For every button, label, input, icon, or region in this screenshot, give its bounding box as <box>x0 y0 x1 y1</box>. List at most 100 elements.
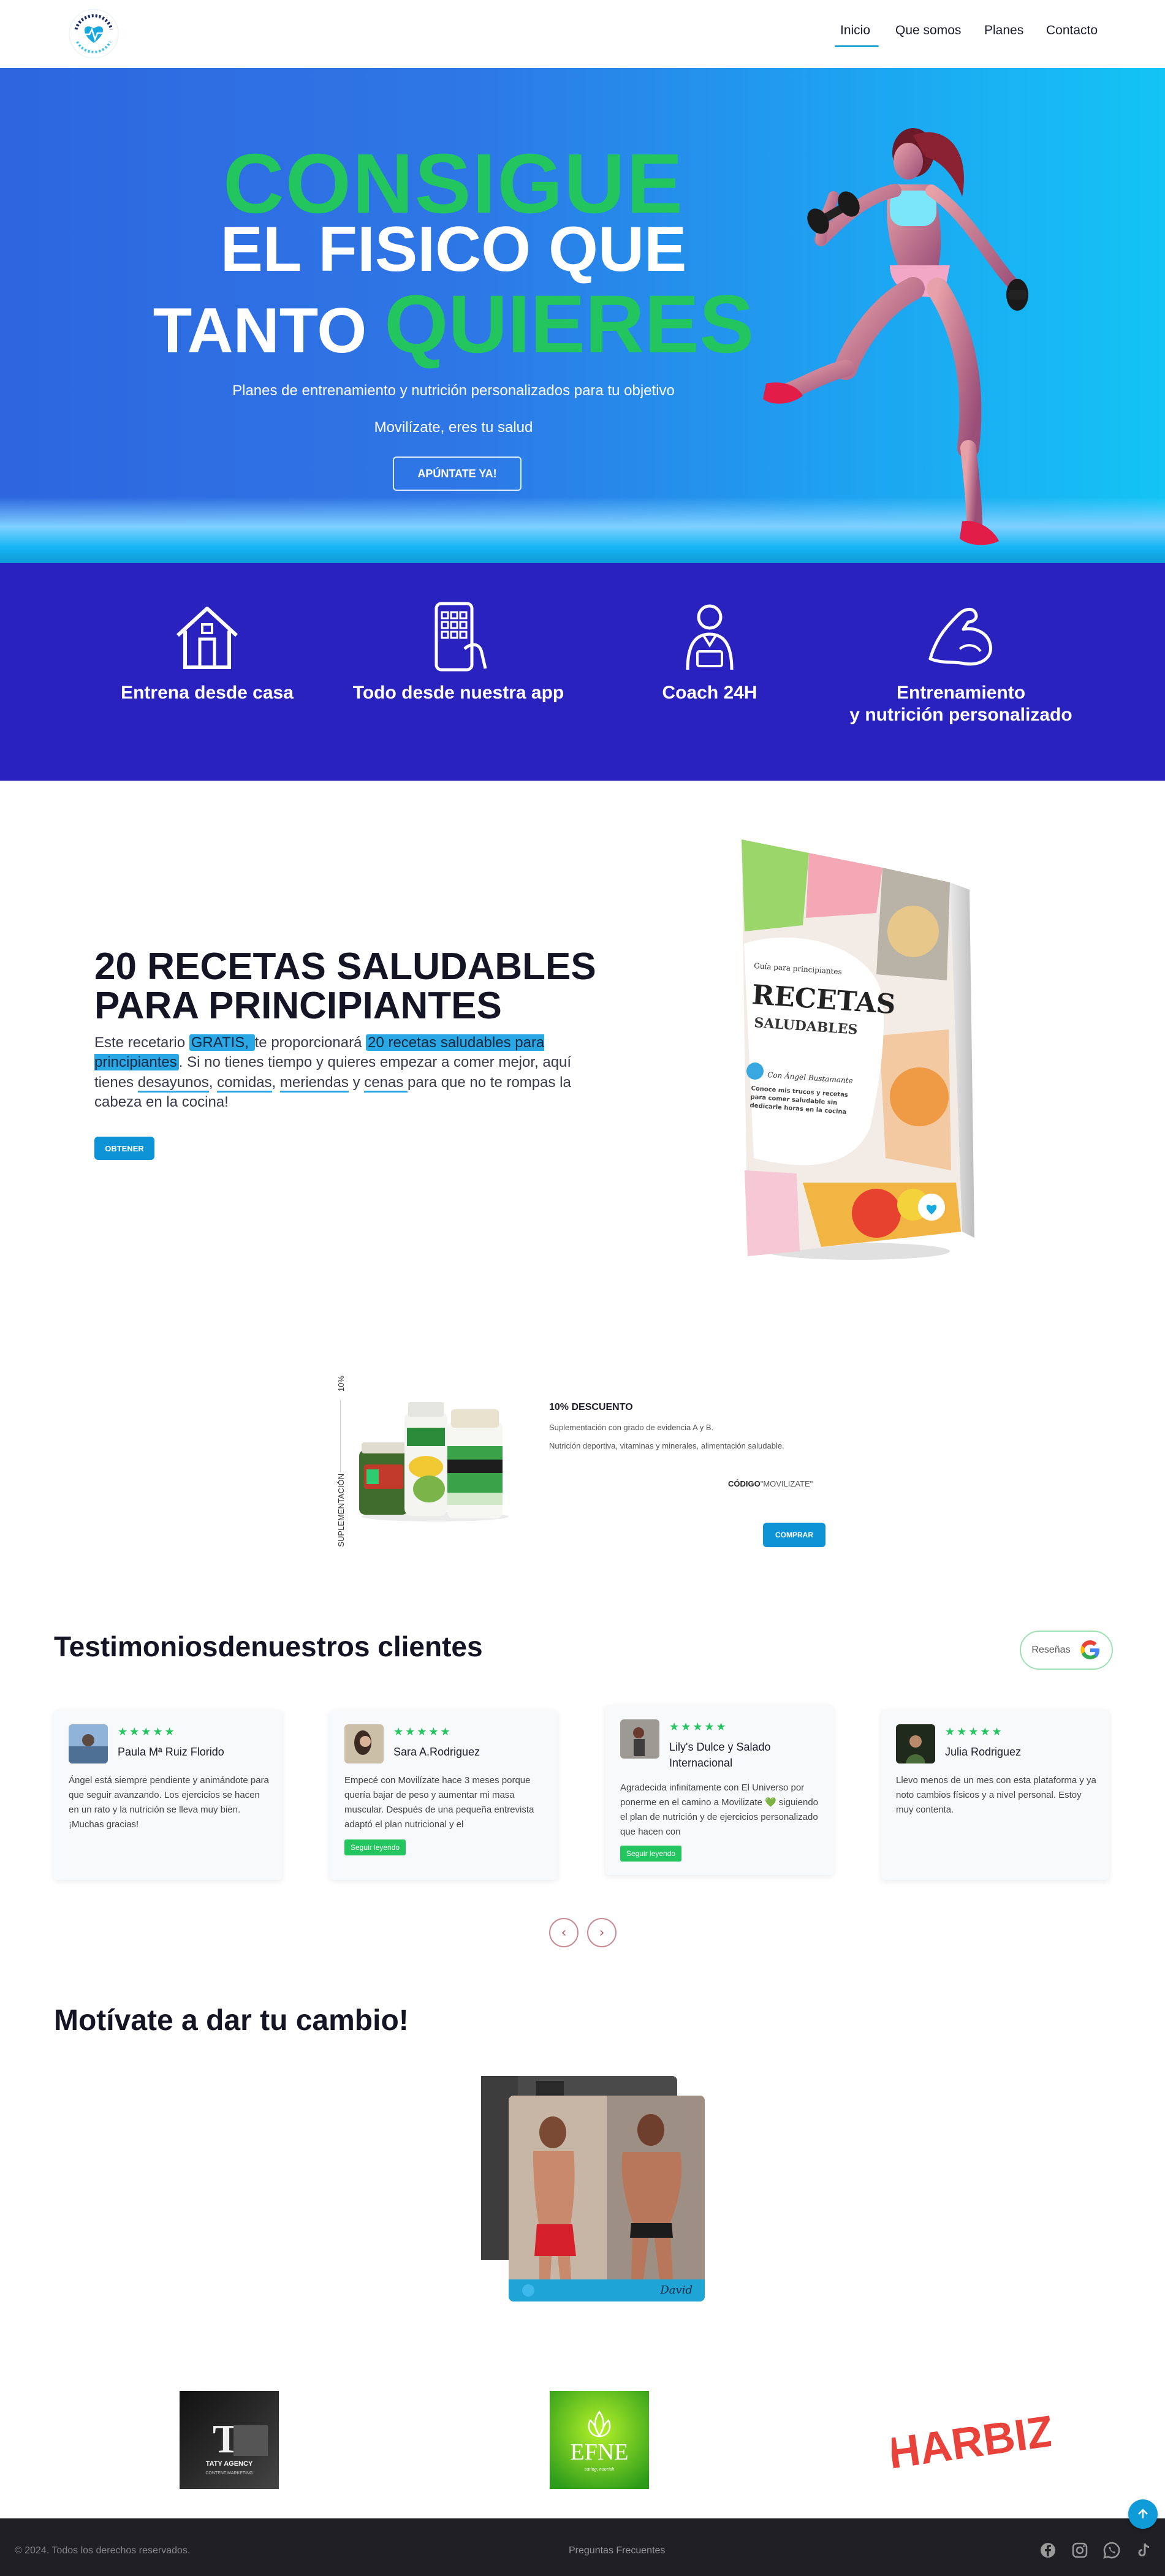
reviewer-name: Paula Mª Ruiz Florido <box>118 1746 224 1758</box>
feature-personalized: Entrenamiento y nutrición personalizado <box>844 600 1077 726</box>
feature-app: Todo desde nuestra app <box>342 600 575 704</box>
movilizate-logo-icon <box>69 9 119 59</box>
feature-app-label: Todo desde nuestra app <box>352 683 564 703</box>
review-text: Empecé con Movilízate hace 3 meses porqu… <box>344 1775 534 1830</box>
rating-stars: ★★★★★ <box>669 1721 728 1733</box>
recipes-snack-word: meriendas <box>279 1074 349 1093</box>
recipes-title: 20 RECETAS SALUDABLES PARA PRINCIPIANTES <box>94 947 621 1026</box>
nav-link-inicio[interactable]: Inicio <box>840 23 870 38</box>
supplement-code: CÓDIGO"MOVILIZATE" <box>728 1479 813 1488</box>
partner-logo-efne[interactable]: EFNE eating, nourish <box>550 2391 649 2489</box>
testimonial-card: ★★★★★ Paula Mª Ruiz Florido Ángel está s… <box>54 1710 282 1880</box>
carousel-next-button[interactable]: › <box>587 1918 617 1947</box>
nav-link-que-somos[interactable]: Que somos <box>895 23 961 38</box>
testimonials-title-part3: nuestros clientes <box>251 1631 483 1662</box>
carousel-prev-button[interactable]: ‹ <box>549 1918 579 1947</box>
google-icon <box>1080 1640 1099 1660</box>
supplement-vertical-labels: 10% SUPLEMENTACIÓN <box>334 1376 347 1547</box>
coach-icon <box>686 604 734 670</box>
hero-headline-white-word: TANTO <box>153 295 367 366</box>
recipes-text-part: y <box>348 1074 365 1091</box>
efne-sub: eating, nourish <box>585 2466 614 2472</box>
nav-link-contacto[interactable]: Contacto <box>1046 23 1098 38</box>
reviewer-name: Julia Rodriguez <box>945 1746 1022 1758</box>
hero-tagline: Movilízate, eres tu salud <box>374 419 533 436</box>
vertical-divider <box>340 1400 341 1472</box>
reviewer-name: Sara A.Rodriguez <box>393 1746 480 1758</box>
feature-home-label: Entrena desde casa <box>121 683 294 703</box>
nav-active-underline <box>835 45 879 47</box>
rating-stars: ★★★★★ <box>393 1726 452 1738</box>
motivate-title: Motívate a dar tu cambio! <box>54 2004 409 2037</box>
feature-personalized-label-line1: Entrenamiento <box>896 683 1026 703</box>
partner-logo-harbiz[interactable]: HARBIZ <box>885 2390 1057 2488</box>
feature-home: Entrena desde casa <box>91 600 324 704</box>
taty-sub: CONTENT MARKETING <box>205 2471 252 2476</box>
efne-name: EFNE <box>571 2439 629 2465</box>
review-text: Ángel está siempre pendiente y animándot… <box>69 1775 269 1830</box>
harbiz-name: HARBIZ <box>892 2407 1051 2479</box>
supplement-line2: Nutrición deportiva, vitaminas y mineral… <box>549 1441 784 1450</box>
recipes-lunch-word: comidas <box>217 1074 272 1093</box>
arrow-up-icon <box>1138 2509 1148 2518</box>
scroll-to-top-button[interactable] <box>1128 2499 1158 2529</box>
supplement-products-image <box>355 1391 515 1523</box>
whatsapp-icon[interactable] <box>1102 2540 1121 2560</box>
supplement-code-value: "MOVILIZATE" <box>760 1479 813 1488</box>
avatar <box>896 1724 935 1763</box>
feature-coach: Coach 24H <box>593 600 826 704</box>
read-more-button[interactable]: Seguir leyendo <box>620 1846 682 1862</box>
hero-headline-line3: TANTO QUIERES <box>0 284 907 366</box>
get-recipes-button[interactable]: OBTENER <box>94 1137 154 1160</box>
rating-stars: ★★★★★ <box>118 1726 176 1738</box>
nav-link-planes[interactable]: Planes <box>984 23 1023 38</box>
google-reviews-button[interactable]: Reseñas <box>1020 1631 1113 1670</box>
supplement-vertical-label: SUPLEMENTACIÓN <box>336 1474 346 1547</box>
transformation-caption: David <box>660 2284 693 2297</box>
testimonials-title: Testimoniosdenuestros clientes <box>54 1630 483 1663</box>
feature-personalized-label: Entrenamiento y nutrición personalizado <box>844 682 1077 726</box>
reviews-label: Reseñas <box>1031 1645 1071 1655</box>
taty-name: TATY AGENCY <box>206 2460 253 2468</box>
house-icon <box>176 607 238 669</box>
buy-supplements-button[interactable]: COMPRAR <box>763 1523 825 1547</box>
recipes-description: Este recetario GRATIS, te proporcionará … <box>94 1033 597 1113</box>
read-more-button[interactable]: Seguir leyendo <box>344 1839 406 1855</box>
recipes-text-part: te proporcionará <box>254 1034 366 1051</box>
testimonials-title-part1: Testimonios <box>54 1631 218 1662</box>
phone-app-icon <box>435 602 487 672</box>
partner-logo-taty[interactable]: TA TATY AGENCY CONTENT MARKETING <box>180 2391 279 2489</box>
testimonial-card: ★★★★★ Julia Rodriguez Llevo menos de un … <box>881 1710 1109 1880</box>
supplement-vertical-discount: 10% <box>336 1376 346 1392</box>
footer-copyright: © 2024. Todos los derechos reservados. <box>15 2545 191 2556</box>
recipes-text-part: Este recetario <box>94 1034 189 1051</box>
recipe-book-image: Guía para principiantes RECETAS SALUDABL… <box>729 839 974 1262</box>
hero-subtitle: Planes de entrenamiento y nutrición pers… <box>232 382 675 399</box>
hero-headline-line2: EL FISICO QUE <box>220 214 687 285</box>
top-nav: Inicio Que somos Planes Contacto <box>0 0 1165 68</box>
testimonials-title-part2: de <box>218 1631 251 1662</box>
supplement-line1: Suplementación con grado de evidencia A … <box>549 1423 714 1432</box>
review-text: Agradecida infinitamente con El Universo… <box>620 1782 819 1837</box>
facebook-icon[interactable] <box>1038 2540 1058 2560</box>
avatar <box>69 1724 108 1763</box>
recipes-text-part: , <box>208 1074 218 1091</box>
avatar <box>344 1724 384 1763</box>
testimonial-card: ★★★★★ Sara A.Rodriguez Empecé con Movilí… <box>330 1710 558 1880</box>
signup-button[interactable]: APÚNTATE YA! <box>393 456 522 491</box>
instagram-icon[interactable] <box>1070 2540 1090 2560</box>
avatar <box>620 1719 659 1759</box>
logo[interactable] <box>66 6 121 61</box>
rating-stars: ★★★★★ <box>945 1726 1004 1738</box>
faq-link[interactable]: Preguntas Frecuentes <box>569 2545 665 2556</box>
reviewer-name: Lily's Dulce y Salado Internacional <box>669 1741 771 1770</box>
testimonial-card: ★★★★★ Lily's Dulce y Salado Internaciona… <box>605 1705 833 1875</box>
footer: © 2024. Todos los derechos reservados. P… <box>0 2518 1165 2576</box>
tiktok-icon[interactable] <box>1134 2540 1153 2560</box>
recipes-text-part: , <box>271 1074 280 1091</box>
bicep-icon <box>928 608 992 666</box>
hero-headline-green-word: QUIERES <box>384 279 754 370</box>
recipes-free-highlight: GRATIS, <box>189 1034 255 1051</box>
hero-section: CONSIGUE EL FISICO QUE TANTO QUIERES Pla… <box>0 68 1165 563</box>
features-section: Entrena desde casa Todo desde nuestra ap… <box>0 563 1165 781</box>
